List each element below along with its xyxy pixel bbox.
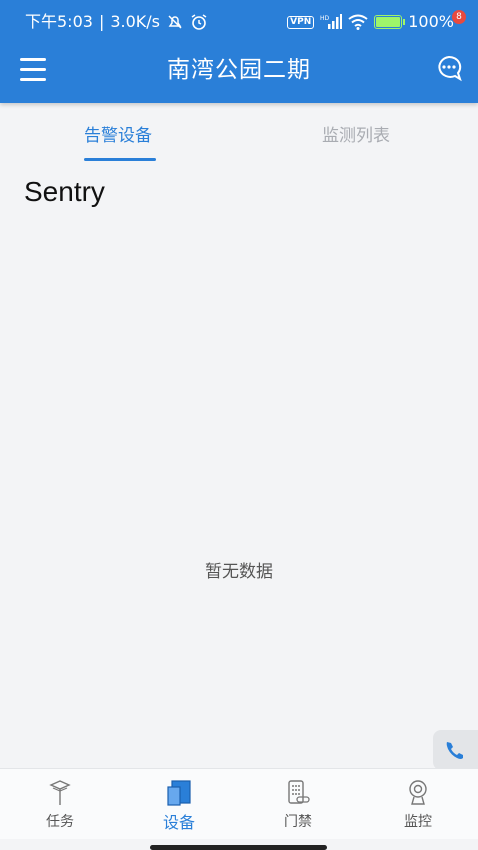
nav-label-monitor: 监控	[404, 814, 432, 830]
camera-icon	[409, 780, 427, 805]
nav-item-device[interactable]: 设备	[119, 769, 239, 839]
network-type: HD	[320, 15, 330, 22]
message-count-badge: 8	[452, 10, 466, 24]
task-icon	[49, 780, 71, 805]
top-bar: 下午5:03 | 3.0K/s VPN HD 100% 南湾公园二期	[0, 0, 478, 103]
home-indicator[interactable]	[150, 845, 327, 850]
tab-monitor-list[interactable]: 监测列表	[322, 121, 390, 146]
nav-label-device: 设备	[162, 813, 195, 832]
nav-item-task[interactable]: 任务	[0, 769, 120, 839]
call-button[interactable]	[433, 730, 478, 770]
page-title: 南湾公园二期	[167, 57, 311, 83]
vpn-badge: VPN	[287, 15, 315, 29]
battery-icon	[374, 15, 406, 29]
bottom-navigation: 任务 设备 门禁 监控	[0, 768, 478, 839]
section-title: Sentry	[24, 176, 105, 207]
empty-state-text: 暂无数据	[205, 562, 273, 582]
device-icon	[167, 780, 191, 806]
tab-alarm-devices[interactable]: 告警设备	[84, 121, 152, 146]
active-tab-indicator	[84, 158, 156, 161]
access-control-icon	[288, 780, 310, 804]
signal-icon: HD	[320, 14, 343, 29]
wifi-icon	[348, 14, 368, 30]
mute-icon	[168, 15, 182, 29]
tab-bar: 告警设备 监测列表	[0, 103, 478, 163]
nav-label-task: 任务	[46, 814, 74, 830]
phone-icon	[446, 742, 463, 759]
app-header: 南湾公园二期	[0, 38, 478, 103]
message-icon[interactable]	[434, 54, 464, 84]
nav-item-access-control[interactable]: 门禁	[238, 769, 358, 839]
alarm-icon	[191, 14, 207, 30]
status-bar: 下午5:03 | 3.0K/s VPN HD 100%	[0, 0, 478, 38]
nav-item-monitor[interactable]: 监控	[358, 769, 478, 839]
nav-label-access-control: 门禁	[284, 814, 312, 830]
